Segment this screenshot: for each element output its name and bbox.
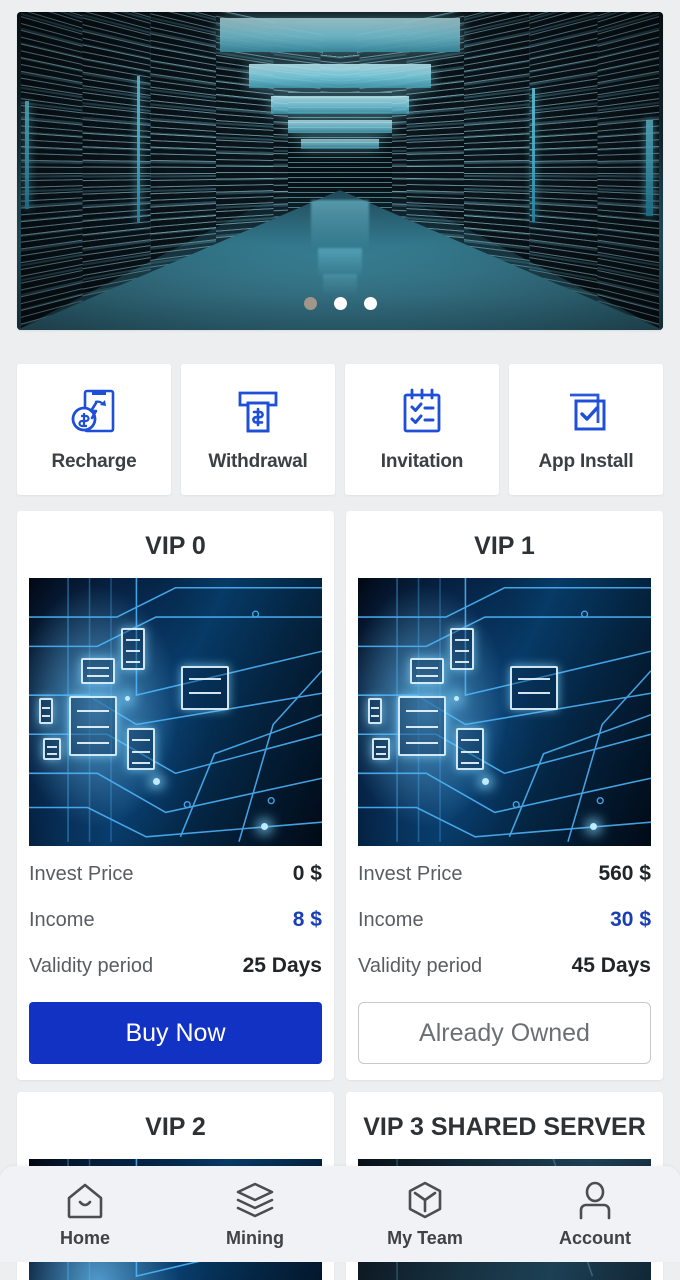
vip-validity-value: 45 Days xyxy=(571,954,651,977)
carousel-dot-2[interactable] xyxy=(333,297,347,310)
vip-invest-price-value: 560 $ xyxy=(598,862,651,885)
vip-income-label: Income xyxy=(29,909,95,931)
app-screen: Recharge Withdrawal Invitation App Insta… xyxy=(0,0,680,1280)
vip-income-label: Income xyxy=(358,909,424,931)
vip-plan-card[interactable]: VIP 0 Invest Price 0 $ Income 8 $ Validi… xyxy=(17,511,334,1080)
vip-invest-price-label: Invest Price xyxy=(358,863,463,885)
buy-now-button[interactable]: Buy Now xyxy=(29,1002,322,1064)
checklist-clipboard-icon xyxy=(396,387,448,437)
carousel-dot-1[interactable] xyxy=(303,297,317,310)
vip-plan-title: VIP 3 SHARED SERVER xyxy=(363,1113,646,1141)
vip-plan-title: VIP 0 xyxy=(145,532,206,560)
vip-plans-grid: VIP 0 Invest Price 0 $ Income 8 $ Validi… xyxy=(17,511,663,1280)
vip-invest-price-row: Invest Price 560 $ xyxy=(358,846,651,892)
quick-action-label: App Install xyxy=(538,450,634,472)
vip-plan-title: VIP 1 xyxy=(474,532,535,560)
stacked-checkbox-icon xyxy=(560,387,612,437)
nav-item-label: My Team xyxy=(387,1228,463,1248)
vip-validity-value: 25 Days xyxy=(242,954,322,977)
nav-item-my-team[interactable]: My Team xyxy=(340,1179,510,1249)
vip-plan-title: VIP 2 xyxy=(145,1113,206,1141)
vip-validity-label: Validity period xyxy=(29,955,154,977)
carousel-dots[interactable] xyxy=(17,297,663,310)
vip-plan-image xyxy=(29,578,322,846)
vip-income-value: 8 $ xyxy=(292,908,322,931)
quick-action-recharge[interactable]: Recharge xyxy=(17,364,171,495)
quick-action-withdrawal[interactable]: Withdrawal xyxy=(181,364,335,495)
recharge-phone-coin-icon xyxy=(68,387,120,437)
quick-action-app-install[interactable]: App Install xyxy=(509,364,663,495)
vip-income-row: Income 30 $ xyxy=(358,892,651,938)
nav-item-label: Mining xyxy=(226,1228,284,1248)
vip-validity-row: Validity period 25 Days xyxy=(29,938,322,984)
quick-action-label: Invitation xyxy=(380,450,464,472)
quick-action-invitation[interactable]: Invitation xyxy=(345,364,499,495)
vip-validity-label: Validity period xyxy=(358,955,483,977)
layers-stack-icon xyxy=(233,1179,277,1223)
vip-invest-price-label: Invest Price xyxy=(29,863,134,885)
vip-validity-row: Validity period 45 Days xyxy=(358,938,651,984)
bottom-navigation-bar: Home Mining My Team Account xyxy=(0,1166,680,1262)
banner-carousel[interactable] xyxy=(17,12,663,330)
vip-invest-price-value: 0 $ xyxy=(292,862,322,885)
vip-plan-card[interactable]: VIP 1 Invest Price 560 $ Income 30 $ Val… xyxy=(346,511,663,1080)
vip-income-value: 30 $ xyxy=(610,908,651,931)
quick-actions-row: Recharge Withdrawal Invitation App Insta… xyxy=(17,364,663,495)
quick-action-label: Recharge xyxy=(51,450,137,472)
vip-income-row: Income 8 $ xyxy=(29,892,322,938)
vip-plan-details: Invest Price 0 $ Income 8 $ Validity per… xyxy=(17,846,334,984)
nav-item-mining[interactable]: Mining xyxy=(170,1179,340,1249)
carousel-dot-3[interactable] xyxy=(363,297,377,310)
nav-item-label: Account xyxy=(559,1228,631,1248)
cube-team-icon xyxy=(403,1179,447,1223)
vip-plan-details: Invest Price 560 $ Income 30 $ Validity … xyxy=(346,846,663,984)
person-icon xyxy=(573,1179,617,1223)
nav-item-home[interactable]: Home xyxy=(0,1179,170,1249)
home-icon xyxy=(63,1179,107,1223)
nav-item-label: Home xyxy=(59,1228,110,1248)
banner-image xyxy=(17,12,663,330)
atm-cash-withdraw-icon xyxy=(232,387,284,437)
vip-plan-image xyxy=(358,578,651,846)
nav-item-account[interactable]: Account xyxy=(510,1179,680,1249)
quick-action-label: Withdrawal xyxy=(208,450,308,472)
already-owned-button[interactable]: Already Owned xyxy=(358,1002,651,1064)
vip-invest-price-row: Invest Price 0 $ xyxy=(29,846,322,892)
